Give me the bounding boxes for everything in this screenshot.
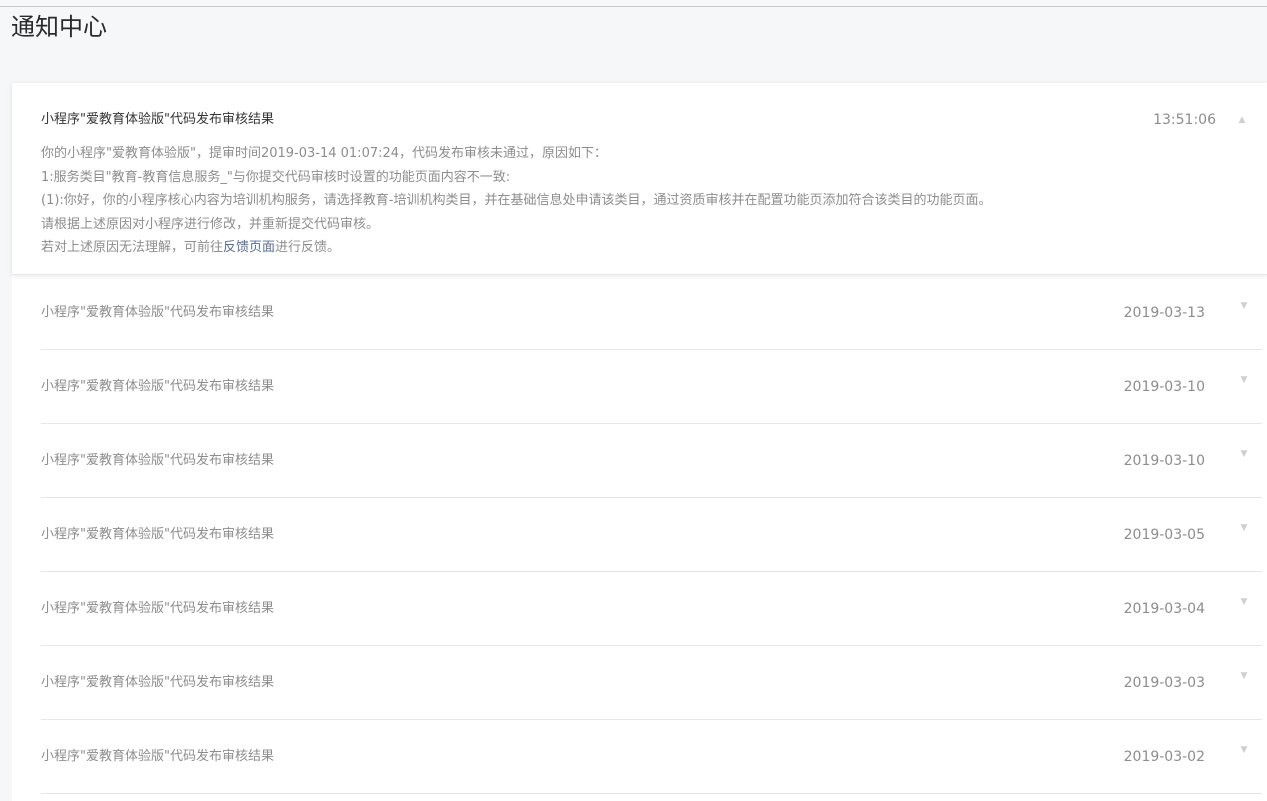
top-divider: [0, 6, 1267, 7]
detail-line-feedback: 若对上述原因无法理解，可前往反馈页面进行反馈。: [41, 236, 1241, 260]
notice-title: 小程序"爱教育体验版"代码发布审核结果: [41, 379, 274, 394]
notice-title: 小程序"爱教育体验版"代码发布审核结果: [41, 601, 274, 616]
notice-date: 2019-03-10: [1123, 379, 1205, 395]
notice-date: 2019-03-02: [1123, 749, 1205, 765]
notice-date: 2019-03-13: [1123, 305, 1205, 321]
notice-detail: 你的小程序"爱教育体验版"，提审时间2019-03-14 01:07:24，代码…: [41, 142, 1241, 260]
notice-item[interactable]: 小程序"爱教育体验版"代码发布审核结果 2019-03-03 ▼: [41, 646, 1262, 720]
notice-date: 2019-03-03: [1123, 675, 1205, 691]
notice-date: 2019-03-04: [1123, 601, 1205, 617]
notice-item[interactable]: 小程序"爱教育体验版"代码发布审核结果 2019-03-02 ▼: [41, 720, 1262, 794]
feedback-prefix: 若对上述原因无法理解，可前往: [41, 240, 224, 256]
notice-title: 小程序"爱教育体验版"代码发布审核结果: [41, 527, 274, 542]
notice-item[interactable]: 小程序"爱教育体验版"代码发布审核结果 2019-03-10 ▼: [41, 424, 1262, 498]
notice-time: 13:51:06: [1153, 112, 1216, 128]
detail-line: 1:服务类目"教育-教育信息服务_"与你提交代码审核时设置的功能页面内容不一致:: [41, 169, 511, 185]
notice-item[interactable]: 小程序"爱教育体验版"代码发布审核结果 2019-03-10 ▼: [41, 350, 1262, 424]
detail-line: (1):你好，你的小程序核心内容为培训机构服务，请选择教育-培训机构类目，并在基…: [41, 193, 992, 209]
notice-item-expanded[interactable]: 小程序"爱教育体验版"代码发布审核结果 13:51:06 ▲ 你的小程序"爱教育…: [12, 83, 1267, 275]
chevron-down-icon[interactable]: ▼: [1239, 671, 1249, 681]
chevron-down-icon[interactable]: ▼: [1239, 597, 1249, 607]
feedback-suffix: 进行反馈。: [275, 240, 341, 256]
notice-item[interactable]: 小程序"爱教育体验版"代码发布审核结果 2019-03-13 ▼: [41, 276, 1262, 350]
notice-title: 小程序"爱教育体验版"代码发布审核结果: [41, 453, 274, 468]
notice-title: 小程序"爱教育体验版"代码发布审核结果: [41, 305, 274, 320]
notice-item[interactable]: 小程序"爱教育体验版"代码发布审核结果 2019-03-05 ▼: [41, 498, 1262, 572]
chevron-down-icon[interactable]: ▼: [1239, 375, 1249, 385]
notice-title: 小程序"爱教育体验版"代码发布审核结果: [41, 112, 274, 127]
notice-title: 小程序"爱教育体验版"代码发布审核结果: [41, 675, 274, 690]
chevron-up-icon[interactable]: ▲: [1237, 115, 1247, 125]
notice-date: 2019-03-10: [1123, 453, 1205, 469]
chevron-down-icon[interactable]: ▼: [1239, 745, 1249, 755]
notice-item[interactable]: 小程序"爱教育体验版"代码发布审核结果 2019-03-04 ▼: [41, 572, 1262, 646]
notice-title: 小程序"爱教育体验版"代码发布审核结果: [41, 749, 274, 764]
chevron-down-icon[interactable]: ▼: [1239, 301, 1249, 311]
detail-line: 你的小程序"爱教育体验版"，提审时间2019-03-14 01:07:24，代码…: [41, 146, 608, 161]
detail-line: 请根据上述原因对小程序进行修改，并重新提交代码审核。: [41, 216, 380, 232]
feedback-page-link[interactable]: 反馈页面: [223, 240, 275, 255]
chevron-down-icon[interactable]: ▼: [1239, 523, 1249, 533]
notice-date: 2019-03-05: [1123, 527, 1205, 543]
chevron-down-icon[interactable]: ▼: [1239, 449, 1249, 459]
page-title: 通知中心: [11, 13, 107, 41]
